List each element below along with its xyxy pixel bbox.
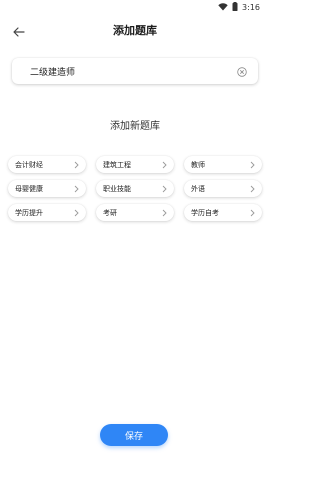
clear-icon: [237, 62, 247, 81]
category-chip[interactable]: 学历提升: [8, 204, 86, 221]
chevron-right-icon: [74, 185, 80, 193]
category-chip[interactable]: 母婴健康: [8, 180, 86, 197]
category-label: 学历提升: [15, 208, 43, 217]
chevron-right-icon: [250, 185, 256, 193]
category-chip[interactable]: 教师: [184, 156, 262, 173]
category-chip[interactable]: 外语: [184, 180, 262, 197]
app-bar: 添加题库: [0, 18, 270, 44]
chevron-right-icon: [250, 161, 256, 169]
chevron-right-icon: [74, 209, 80, 217]
chevron-right-icon: [162, 161, 168, 169]
search-field[interactable]: 二级建造师: [12, 58, 258, 84]
category-chip[interactable]: 学历自考: [184, 204, 262, 221]
page-title: 添加题库: [113, 24, 157, 37]
section-title: 添加新题库: [110, 121, 160, 132]
status-icons: 3:16: [218, 2, 260, 13]
category-chip[interactable]: 职业技能: [96, 180, 174, 197]
search-value[interactable]: 二级建造师: [30, 65, 75, 78]
system-nav-bar: [0, 468, 270, 480]
chevron-right-icon: [162, 209, 168, 217]
chevron-right-icon: [250, 209, 256, 217]
category-label: 考研: [103, 208, 117, 217]
wifi-icon: [218, 2, 228, 13]
category-grid: 会计财经 建筑工程 教师 母婴健康 职业技能 外语 学历提升 考研 学历自考: [8, 156, 262, 221]
category-label: 职业技能: [103, 184, 131, 193]
category-label: 建筑工程: [103, 160, 131, 169]
category-label: 学历自考: [191, 208, 219, 217]
status-bar: 3:16: [0, 0, 270, 18]
category-label: 会计财经: [15, 160, 43, 169]
chevron-right-icon: [162, 185, 168, 193]
status-time: 3:16: [242, 3, 260, 12]
category-label: 外语: [191, 184, 205, 193]
category-chip[interactable]: 会计财经: [8, 156, 86, 173]
category-label: 教师: [191, 160, 205, 169]
save-button[interactable]: 保存: [100, 424, 168, 446]
battery-icon: [232, 2, 238, 13]
category-label: 母婴健康: [15, 184, 43, 193]
category-chip[interactable]: 建筑工程: [96, 156, 174, 173]
category-chip[interactable]: 考研: [96, 204, 174, 221]
clear-button[interactable]: [236, 65, 248, 77]
chevron-right-icon: [74, 161, 80, 169]
